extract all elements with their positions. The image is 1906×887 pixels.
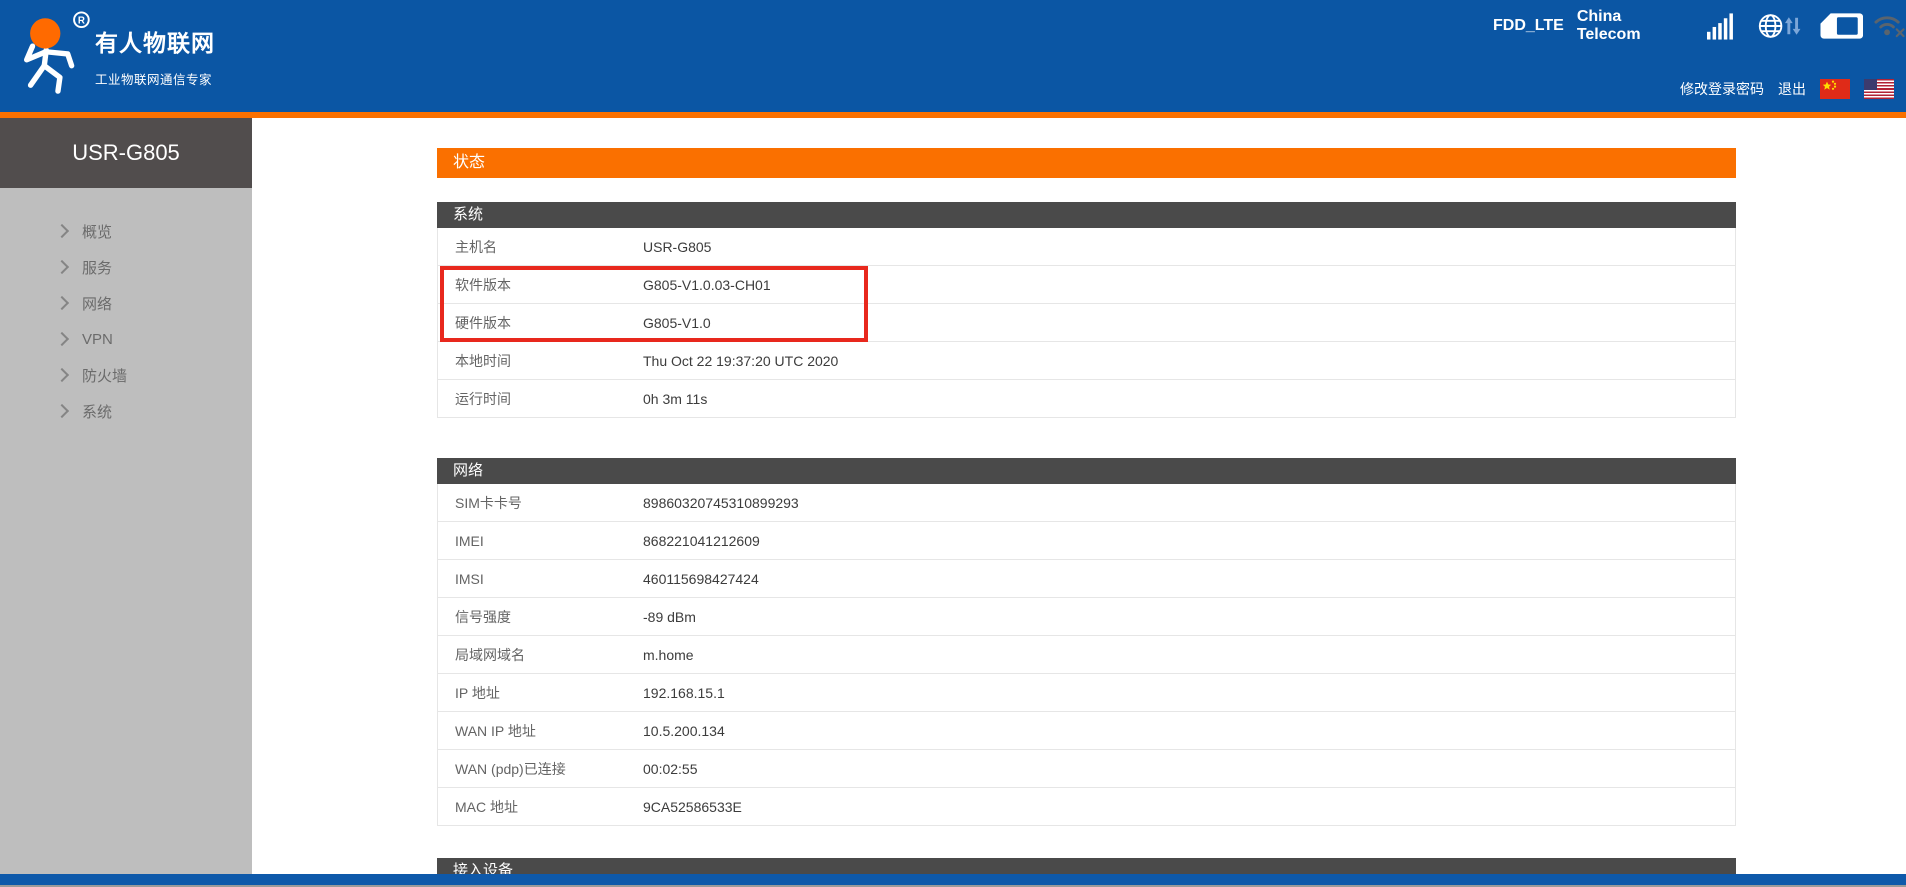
connection-status-row: FDD_LTE China Telecom	[1493, 8, 1906, 44]
wifi-disabled-icon	[1874, 13, 1906, 39]
row-label: IMSI	[455, 571, 643, 587]
row-value: 10.5.200.134	[643, 723, 725, 739]
chevron-right-icon	[55, 260, 69, 274]
usr-logo-icon: R	[13, 6, 99, 98]
sidebar-item-label: VPN	[82, 331, 113, 348]
table-row: SIM卡卡号 89860320745310899293	[438, 484, 1735, 522]
table-row: 运行时间 0h 3m 11s	[438, 380, 1735, 418]
sidebar: USR-G805 概览 服务 网络 VPN 防火墙	[0, 118, 252, 887]
row-label: 运行时间	[455, 389, 643, 409]
row-label: 软件版本	[455, 275, 643, 295]
row-value: 00:02:55	[643, 761, 698, 777]
system-table: 主机名 USR-G805 软件版本 G805-V1.0.03-CH01 硬件版本…	[437, 228, 1736, 418]
network-section: 网络 SIM卡卡号 89860320745310899293 IMEI 8682…	[437, 458, 1736, 826]
row-label: WAN IP 地址	[455, 721, 643, 741]
table-row: 软件版本 G805-V1.0.03-CH01	[438, 266, 1735, 304]
sidebar-item-overview[interactable]: 概览	[0, 213, 252, 249]
row-label: WAN (pdp)已连接	[455, 759, 643, 779]
chevron-right-icon	[55, 368, 69, 382]
row-label: MAC 地址	[455, 797, 643, 817]
system-section: 系统 主机名 USR-G805 软件版本 G805-V1.0.03-CH01 硬…	[437, 202, 1736, 418]
row-label: 信号强度	[455, 607, 643, 627]
footer-bar	[0, 874, 1906, 885]
sidebar-menu: 概览 服务 网络 VPN 防火墙 系统	[0, 188, 252, 429]
sidebar-item-label: 网络	[82, 293, 112, 314]
table-row: IP 地址 192.168.15.1	[438, 674, 1735, 712]
table-row: IMEI 868221041212609	[438, 522, 1735, 560]
data-transfer-arrows-icon	[1784, 13, 1801, 39]
row-value: -89 dBm	[643, 609, 696, 625]
chevron-right-icon	[55, 296, 69, 310]
network-type-label: FDD_LTE	[1493, 17, 1564, 35]
row-label: IMEI	[455, 533, 643, 549]
logout-link[interactable]: 退出	[1778, 79, 1806, 99]
table-row: IMSI 460115698427424	[438, 560, 1735, 598]
row-label: IP 地址	[455, 683, 643, 703]
sidebar-item-services[interactable]: 服务	[0, 249, 252, 285]
sidebar-item-firewall[interactable]: 防火墙	[0, 357, 252, 393]
row-value: 9CA52586533E	[643, 799, 742, 815]
table-row: MAC 地址 9CA52586533E	[438, 788, 1735, 826]
usa-flag-canton	[1864, 79, 1877, 90]
sidebar-item-label: 系统	[82, 401, 112, 422]
row-value: G805-V1.0.03-CH01	[643, 277, 771, 293]
row-value: 460115698427424	[643, 571, 759, 587]
table-row: 硬件版本 G805-V1.0	[438, 304, 1735, 342]
sidebar-item-label: 防火墙	[82, 365, 127, 386]
row-value: 89860320745310899293	[643, 495, 799, 511]
sidebar-item-label: 服务	[82, 257, 112, 278]
brand-title: 有人物联网	[95, 24, 215, 58]
brand-text: 有人物联网 工业物联网通信专家	[95, 24, 215, 88]
chevron-right-icon	[55, 224, 69, 238]
sidebar-item-label: 概览	[82, 221, 112, 242]
page-title: 状态	[437, 148, 1736, 178]
row-value: 192.168.15.1	[643, 685, 725, 701]
china-flag-icon[interactable]	[1820, 79, 1850, 99]
row-value: 868221041212609	[643, 533, 760, 549]
globe-icon	[1758, 13, 1783, 39]
row-value: USR-G805	[643, 239, 711, 255]
usa-flag-icon[interactable]	[1864, 79, 1894, 99]
device-name-header: USR-G805	[0, 118, 252, 188]
row-label: 硬件版本	[455, 313, 643, 333]
brand-subtitle: 工业物联网通信专家	[95, 69, 215, 88]
sidebar-item-vpn[interactable]: VPN	[0, 321, 252, 357]
row-label: 局域网域名	[455, 645, 643, 665]
change-password-link[interactable]: 修改登录密码	[1680, 79, 1764, 99]
section-header-network: 网络	[437, 458, 1736, 484]
table-row: WAN (pdp)已连接 00:02:55	[438, 750, 1735, 788]
table-row: 信号强度 -89 dBm	[438, 598, 1735, 636]
table-row: 主机名 USR-G805	[438, 228, 1735, 266]
table-row: WAN IP 地址 10.5.200.134	[438, 712, 1735, 750]
header-accent-stripe	[0, 112, 1906, 118]
carrier-label: China Telecom	[1577, 8, 1686, 44]
chevron-right-icon	[55, 404, 69, 418]
sidebar-item-system[interactable]: 系统	[0, 393, 252, 429]
network-table: SIM卡卡号 89860320745310899293 IMEI 8682210…	[437, 484, 1736, 826]
row-value: G805-V1.0	[643, 315, 711, 331]
sim-card-icon	[1820, 12, 1864, 40]
sidebar-item-network[interactable]: 网络	[0, 285, 252, 321]
row-value: m.home	[643, 647, 694, 663]
row-value: 0h 3m 11s	[643, 391, 707, 407]
main-content: 状态 系统 主机名 USR-G805 软件版本 G805-V1.0.03-CH0…	[437, 148, 1736, 884]
row-label: 本地时间	[455, 351, 643, 371]
header-links-row: 修改登录密码 退出	[1680, 79, 1894, 99]
registered-mark: R	[78, 16, 85, 27]
table-row: 本地时间 Thu Oct 22 19:37:20 UTC 2020	[438, 342, 1735, 380]
row-label: SIM卡卡号	[455, 493, 643, 513]
section-header-system: 系统	[437, 202, 1736, 228]
signal-strength-icon	[1707, 12, 1733, 40]
row-value: Thu Oct 22 19:37:20 UTC 2020	[643, 353, 838, 369]
table-row: 局域网域名 m.home	[438, 636, 1735, 674]
top-header: R 有人物联网 工业物联网通信专家 FDD_LTE China Telecom	[0, 0, 1906, 112]
row-label: 主机名	[455, 237, 643, 257]
chevron-right-icon	[55, 332, 69, 346]
